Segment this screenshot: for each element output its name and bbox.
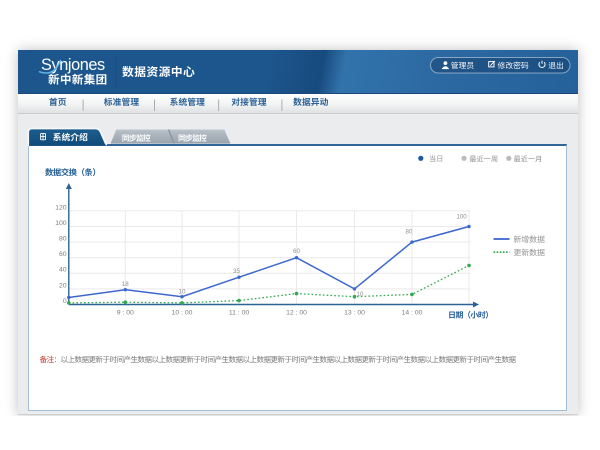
svg-text:40: 40 xyxy=(59,267,67,274)
svg-text:11 : 00: 11 : 00 xyxy=(229,310,250,317)
svg-text:14 : 00: 14 : 00 xyxy=(402,310,423,317)
svg-text:80: 80 xyxy=(59,236,67,243)
svg-text:100: 100 xyxy=(55,220,67,227)
svg-text:13 : 00: 13 : 00 xyxy=(344,310,365,317)
svg-text:12 : 00: 12 : 00 xyxy=(286,310,307,317)
svg-text:60: 60 xyxy=(59,251,67,258)
svg-text:120: 120 xyxy=(55,204,67,211)
svg-text:20: 20 xyxy=(59,282,67,289)
svg-text:35: 35 xyxy=(233,268,240,275)
svg-text:0: 0 xyxy=(63,298,67,305)
svg-text:60: 60 xyxy=(293,248,300,255)
svg-text:100: 100 xyxy=(456,214,467,221)
svg-text:18: 18 xyxy=(122,281,129,288)
svg-text:10: 10 xyxy=(357,291,364,298)
svg-text:10: 10 xyxy=(179,289,186,296)
svg-text:10 : 00: 10 : 00 xyxy=(172,310,193,317)
svg-text:9 : 00: 9 : 00 xyxy=(117,310,134,317)
svg-text:80: 80 xyxy=(406,229,413,236)
